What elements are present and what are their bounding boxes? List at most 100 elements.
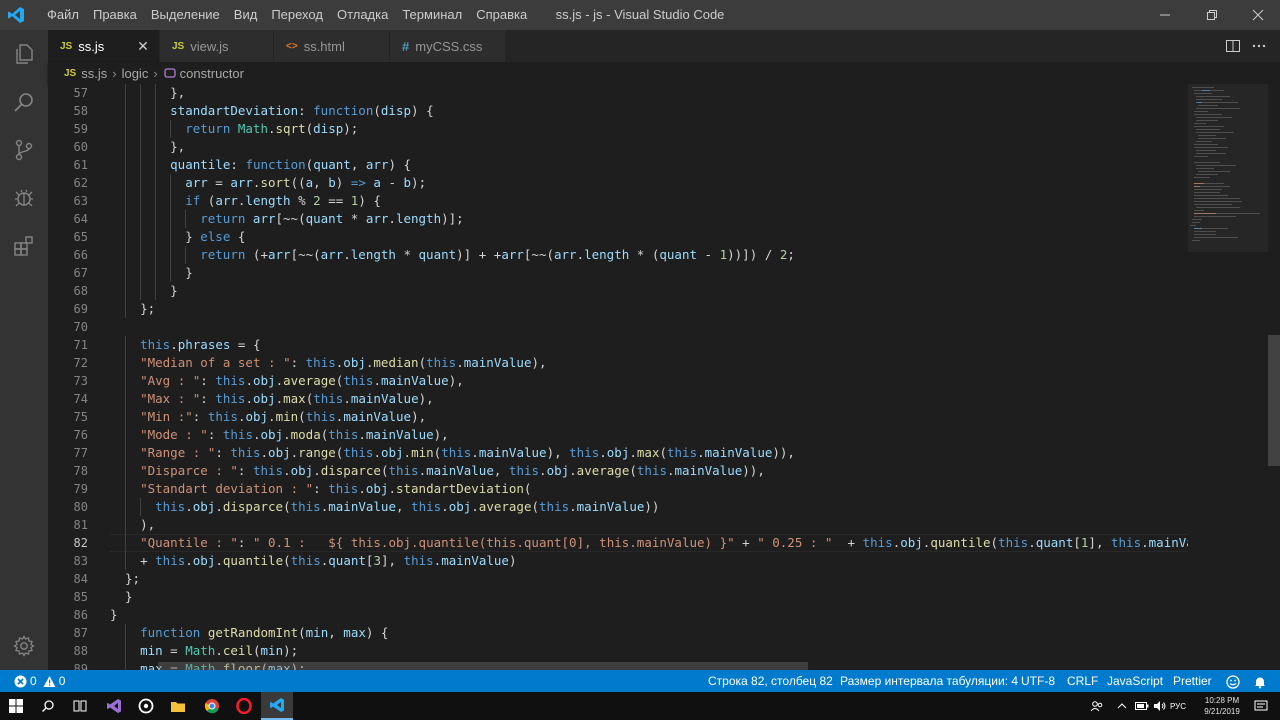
horizontal-scrollbar[interactable] bbox=[158, 662, 808, 670]
code-line[interactable]: }, bbox=[170, 138, 185, 156]
cursor-position[interactable]: Строка 82, столбец 82 bbox=[708, 670, 833, 692]
code-line[interactable]: "Range : ": this.obj.range(this.obj.min(… bbox=[140, 444, 795, 462]
manage-button[interactable] bbox=[0, 622, 48, 670]
code-line[interactable]: return Math.sqrt(disp); bbox=[185, 120, 358, 138]
menu-item[interactable]: Переход bbox=[264, 0, 330, 30]
split-editor-button[interactable] bbox=[1222, 36, 1244, 56]
line-number: 81 bbox=[73, 518, 88, 532]
code-line[interactable]: min = Math.ceil(min); bbox=[140, 642, 298, 660]
code-token: obj bbox=[365, 481, 389, 496]
js-file-icon: JS bbox=[64, 67, 77, 79]
tray-volume[interactable] bbox=[1150, 692, 1170, 720]
code-line[interactable]: if (arr.length % 2 == 1) { bbox=[185, 192, 381, 210]
tray-language[interactable]: РУС bbox=[1168, 692, 1188, 720]
code-line[interactable]: "Min :": this.obj.min(this.mainValue), bbox=[140, 408, 426, 426]
code-line[interactable]: "Avg : ": this.obj.average(this.mainValu… bbox=[140, 372, 464, 390]
maximize-button[interactable] bbox=[1189, 0, 1235, 30]
code-line[interactable]: }; bbox=[140, 300, 155, 318]
menu-item[interactable]: Терминал bbox=[395, 0, 469, 30]
taskbar-app[interactable] bbox=[130, 692, 162, 720]
tray-show-hidden[interactable] bbox=[1112, 692, 1132, 720]
menu-item[interactable]: Справка bbox=[469, 0, 534, 30]
people-icon bbox=[1090, 701, 1103, 712]
code-line[interactable]: quantile: function(quant, arr) { bbox=[170, 156, 411, 174]
tab-ss-html[interactable]: <> ss.html bbox=[274, 30, 390, 62]
code-line[interactable]: ), bbox=[140, 516, 155, 534]
code-line[interactable]: "Mode : ": this.obj.moda(this.mainValue)… bbox=[140, 426, 449, 444]
code-line[interactable]: return arr[~~(quant * arr.length)]; bbox=[200, 210, 463, 228]
code-line[interactable]: } bbox=[170, 282, 178, 300]
more-actions-button[interactable] bbox=[1248, 36, 1270, 56]
menu-item[interactable]: Правка bbox=[86, 0, 144, 30]
menu-item[interactable]: Выделение bbox=[144, 0, 227, 30]
code-line[interactable]: }; bbox=[125, 570, 140, 588]
action-center-button[interactable] bbox=[1250, 692, 1272, 720]
tab-mycss-css[interactable]: # myCSS.css bbox=[390, 30, 506, 62]
taskbar-visual-studio[interactable] bbox=[98, 692, 130, 720]
breadcrumb-file[interactable]: ss.js bbox=[81, 66, 107, 81]
code-line[interactable]: standartDeviation: function(disp) { bbox=[170, 102, 433, 120]
indent-guide bbox=[155, 84, 157, 102]
taskbar-file-explorer[interactable] bbox=[162, 692, 194, 720]
extensions-button[interactable] bbox=[0, 222, 48, 270]
debug-button[interactable] bbox=[0, 174, 48, 222]
taskbar-chrome[interactable] bbox=[196, 692, 228, 720]
code-line[interactable]: arr = arr.sort((a, b) => a - b); bbox=[185, 174, 426, 192]
source-control-button[interactable] bbox=[0, 126, 48, 174]
vertical-scrollbar-thumb[interactable] bbox=[1268, 335, 1280, 466]
taskbar-search-button[interactable] bbox=[32, 692, 64, 720]
code-token: getRandomInt bbox=[207, 625, 299, 640]
code-token: return bbox=[200, 247, 253, 262]
tab-view-js[interactable]: JS view.js bbox=[160, 30, 274, 62]
code-line[interactable]: "Quantile : ": " 0.1 : ${ this.obj.quant… bbox=[140, 534, 1188, 552]
tray-clock[interactable]: 10:28 PM 9/21/2019 bbox=[1199, 695, 1245, 717]
code-line[interactable]: this.obj.disparce(this.mainValue, this.o… bbox=[155, 498, 659, 516]
menu-item[interactable]: Отладка bbox=[330, 0, 395, 30]
start-button[interactable] bbox=[0, 692, 32, 720]
line-number: 69 bbox=[73, 302, 88, 316]
eol-setting[interactable]: CRLF bbox=[1067, 670, 1098, 692]
indentation-setting[interactable]: Размер интервала табуляции: 4 bbox=[840, 670, 1018, 692]
minimize-icon bbox=[1160, 14, 1170, 16]
code-token: }, bbox=[170, 85, 186, 100]
tray-people[interactable] bbox=[1086, 692, 1108, 720]
problems-indicator[interactable]: 0 0 bbox=[14, 670, 65, 692]
code-token: . bbox=[215, 643, 223, 658]
code-line[interactable]: } else { bbox=[185, 228, 245, 246]
breadcrumb-logic[interactable]: logic bbox=[122, 66, 149, 81]
language-mode[interactable]: JavaScript bbox=[1107, 670, 1163, 692]
close-window-button[interactable] bbox=[1235, 0, 1280, 30]
code-line[interactable]: } bbox=[185, 264, 193, 282]
encoding-setting[interactable]: UTF-8 bbox=[1021, 670, 1055, 692]
code-line[interactable]: } bbox=[110, 606, 118, 624]
code-line[interactable]: }, bbox=[170, 84, 185, 102]
menu-item[interactable]: Вид bbox=[227, 0, 265, 30]
code-token: b bbox=[328, 175, 336, 190]
tray-battery[interactable] bbox=[1132, 692, 1152, 720]
code-line[interactable]: } bbox=[125, 588, 133, 606]
taskbar-opera[interactable] bbox=[228, 692, 260, 720]
task-view-button[interactable] bbox=[64, 692, 96, 720]
menu-item[interactable]: Файл bbox=[40, 0, 86, 30]
minimap[interactable] bbox=[1188, 84, 1268, 670]
code-line[interactable]: + this.obj.quantile(this.quant[3], this.… bbox=[140, 552, 516, 570]
code-line[interactable]: return (+arr[~~(arr.length * quant)] + +… bbox=[200, 246, 795, 264]
taskbar-vscode[interactable] bbox=[261, 692, 293, 720]
close-tab-icon[interactable]: ✕ bbox=[135, 38, 151, 54]
code-line[interactable]: "Median of a set : ": this.obj.median(th… bbox=[140, 354, 546, 372]
code-token: average bbox=[576, 463, 630, 478]
prettier-status[interactable]: Prettier bbox=[1173, 670, 1212, 692]
code-line[interactable]: function getRandomInt(min, max) { bbox=[140, 624, 388, 642]
code-token: quantile bbox=[222, 553, 284, 568]
code-line[interactable]: this.phrases = { bbox=[140, 336, 260, 354]
tab-ss-js[interactable]: JS ss.js ✕ bbox=[48, 30, 160, 62]
explorer-button[interactable] bbox=[0, 30, 48, 78]
code-line[interactable]: "Max : ": this.obj.max(this.mainValue), bbox=[140, 390, 434, 408]
code-token: sqrt bbox=[275, 121, 306, 136]
code-line[interactable]: "Standart deviation : ": this.obj.standa… bbox=[140, 480, 531, 498]
minimize-button[interactable] bbox=[1142, 0, 1188, 30]
code-editor[interactable]: 57}, 58 standartDeviation: function(disp) … bbox=[48, 84, 1188, 670]
search-button[interactable] bbox=[0, 78, 48, 126]
breadcrumb-constructor[interactable]: constructor bbox=[180, 66, 244, 81]
code-line[interactable]: "Disparce : ": this.obj.disparce(this.ma… bbox=[140, 462, 765, 480]
